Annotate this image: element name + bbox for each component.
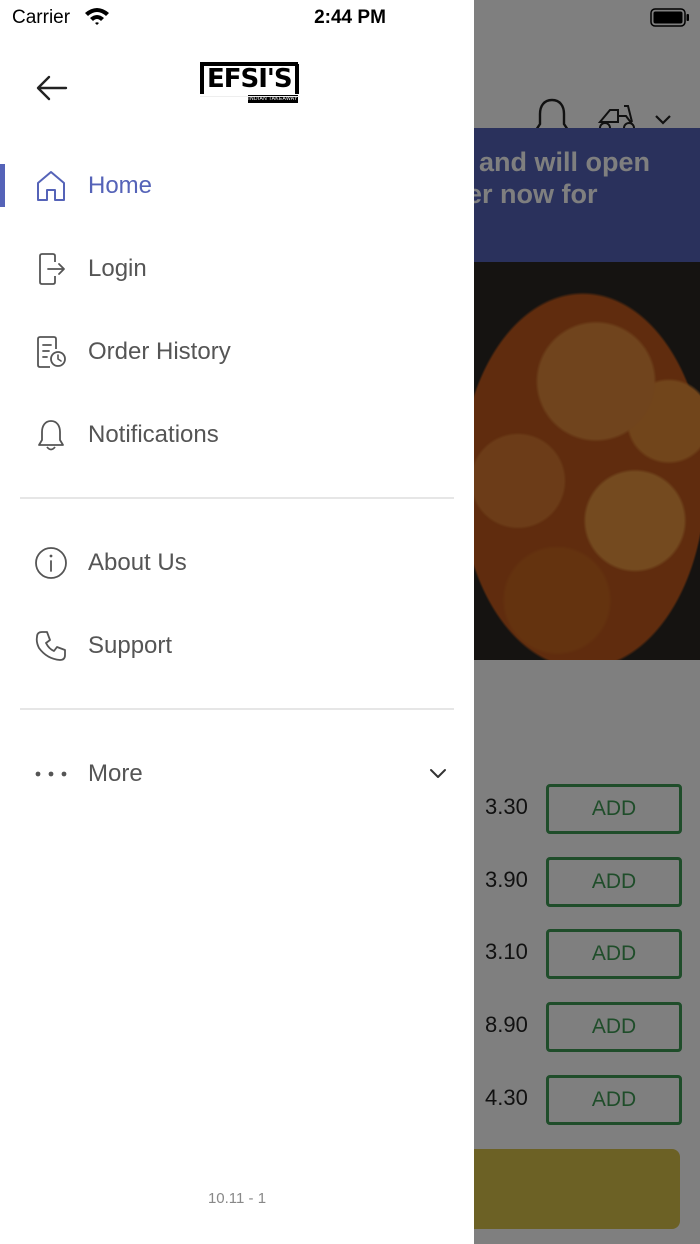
menu-divider — [20, 708, 454, 710]
back-button[interactable] — [30, 68, 74, 108]
drawer-header: EFSI'S INDIAN TAKEAWAY — [0, 38, 474, 134]
menu-item-order-history[interactable]: Order History — [0, 310, 474, 393]
menu-item-more[interactable]: More — [0, 732, 474, 815]
navigation-drawer: EFSI'S INDIAN TAKEAWAY Home Login Order … — [0, 0, 474, 1244]
menu-item-label: Login — [88, 254, 147, 282]
logo-text: EFSI'S — [200, 64, 299, 94]
status-time: 2:44 PM — [314, 7, 386, 28]
menu-item-label: Home — [88, 171, 153, 199]
login-icon — [33, 251, 69, 287]
arrow-left-icon — [36, 75, 68, 101]
info-icon — [33, 545, 69, 581]
menu-item-support[interactable]: Support — [0, 604, 474, 687]
menu-item-label: Order History — [88, 337, 231, 365]
menu-item-login[interactable]: Login — [0, 227, 474, 310]
menu-item-about-us[interactable]: About Us — [0, 521, 474, 604]
header-divider — [200, 96, 300, 97]
brand-logo: EFSI'S INDIAN TAKEAWAY — [200, 62, 299, 104]
status-bar: Carrier 2:44 PM — [0, 0, 700, 38]
chevron-down-icon[interactable] — [428, 767, 448, 781]
app-version: 10.11 - 1 — [207, 1190, 267, 1207]
battery-icon — [650, 8, 689, 27]
phone-icon — [33, 628, 69, 664]
home-icon — [33, 168, 69, 204]
menu-item-home[interactable]: Home — [0, 144, 474, 227]
menu-item-label: Support — [88, 631, 173, 659]
more-menu: More — [0, 732, 474, 815]
menu-item-label: Notifications — [88, 420, 219, 448]
menu-item-label: About Us — [88, 548, 187, 576]
more-dots-icon — [33, 756, 69, 792]
secondary-menu: About Us Support — [0, 521, 474, 687]
primary-menu: Home Login Order History Notifications — [0, 144, 474, 476]
bell-icon — [33, 417, 69, 453]
active-indicator — [0, 164, 5, 207]
menu-item-notifications[interactable]: Notifications — [0, 393, 474, 476]
order-history-icon — [33, 334, 69, 370]
menu-divider — [20, 497, 454, 499]
menu-item-label: More — [88, 759, 143, 787]
